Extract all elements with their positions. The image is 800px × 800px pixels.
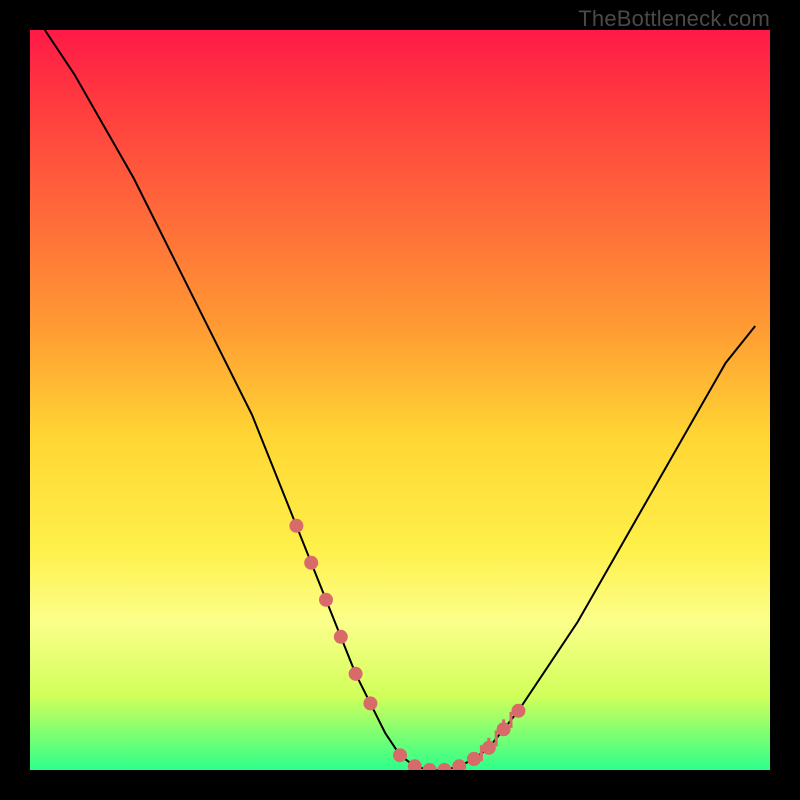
marker-cluster-left (289, 519, 377, 711)
curve-marker (467, 752, 481, 766)
curve-marker (304, 556, 318, 570)
curve-marker (363, 696, 377, 710)
curve-marker (319, 593, 333, 607)
bottleneck-curve (45, 30, 755, 770)
curve-marker (452, 759, 466, 770)
curve-marker (511, 704, 525, 718)
curve-marker (289, 519, 303, 533)
curve-marker (393, 748, 407, 762)
curve-marker (334, 630, 348, 644)
watermark-label: TheBottleneck.com (578, 6, 770, 32)
chart-frame: TheBottleneck.com (0, 0, 800, 800)
curve-marker (349, 667, 363, 681)
curve-marker (423, 763, 437, 770)
curve-marker (437, 763, 451, 770)
plot-area (30, 30, 770, 770)
curve-svg (30, 30, 770, 770)
curve-marker (408, 759, 422, 770)
